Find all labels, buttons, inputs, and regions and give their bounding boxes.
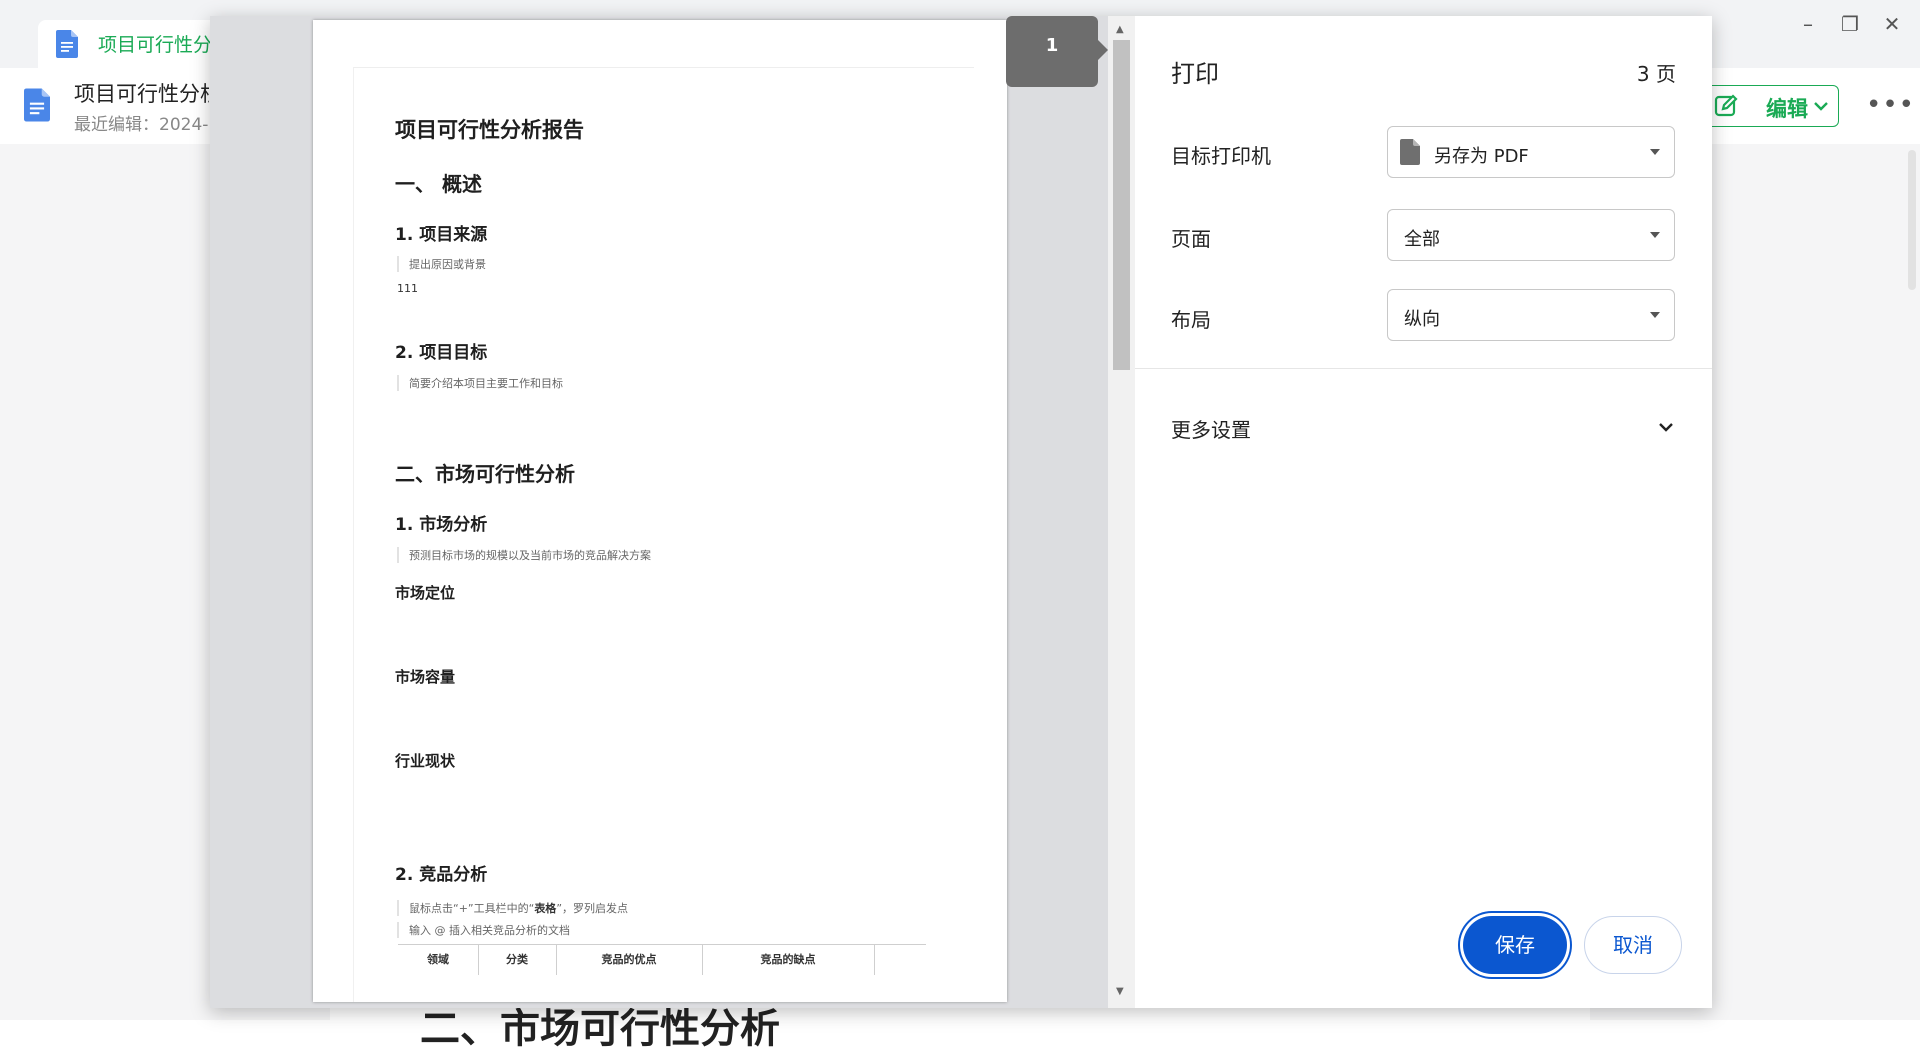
edit-label: 编辑 — [1766, 97, 1808, 121]
doc-heading-status: 行业现状 — [395, 752, 456, 770]
table-header-cell: 竞品的优点 — [556, 945, 703, 975]
preview-scrollbar[interactable]: ▲ ▼ — [1108, 16, 1135, 1008]
doc-heading-competitor: 2. 竞品分析 — [395, 865, 488, 885]
doc-quote-market: 预测目标市场的规模以及当前市场的竞品解决方案 — [397, 547, 651, 563]
competitor-table: 领域 分类 竞品的优点 竞品的缺点 — [398, 944, 926, 979]
print-title: 打印 — [1171, 60, 1219, 88]
doc-section-1: 一、 概述 — [395, 172, 482, 196]
last-edited: 最近编辑：2024- — [74, 115, 209, 135]
chevron-down-icon — [1657, 418, 1675, 440]
table-header-cell: 分类 — [478, 945, 557, 975]
doc-quote-table-hint: 鼠标点击“+”工具栏中的“表格”，罗列启发点 — [397, 900, 628, 916]
layout-select[interactable]: 纵向 — [1387, 289, 1675, 341]
doc-heading-market: 1. 市场分析 — [395, 515, 488, 535]
dropdown-arrow-icon — [1650, 232, 1660, 238]
page-number-badge: 1 — [1006, 16, 1108, 87]
more-settings-label: 更多设置 — [1171, 418, 1251, 442]
more-settings-toggle[interactable]: 更多设置 — [1171, 412, 1675, 444]
save-button[interactable]: 保存 — [1463, 916, 1567, 974]
tab-title: 项目可行性分析报告 — [98, 34, 218, 56]
table-header-cell: 领域 — [398, 945, 479, 975]
printer-select[interactable]: 另存为 PDF — [1387, 126, 1675, 178]
restore-icon[interactable]: ❐ — [1838, 12, 1862, 36]
doc-heading-source: 1. 项目来源 — [395, 225, 488, 245]
document-icon — [56, 30, 78, 62]
doc-quote-mention-hint: 输入 @ 插入相关竞品分析的文档 — [397, 922, 570, 938]
scrollbar-thumb[interactable] — [1113, 40, 1130, 370]
dropdown-arrow-icon — [1650, 312, 1660, 318]
doc-quote-source: 提出原因或背景 — [397, 256, 486, 272]
scroll-down-icon[interactable]: ▼ — [1116, 986, 1124, 997]
printer-value: 另存为 PDF — [1434, 146, 1529, 167]
table-header-cell: 竞品的缺点 — [702, 945, 875, 975]
doc-heading-goal: 2. 项目目标 — [395, 343, 488, 363]
more-options-icon[interactable]: ••• — [1866, 90, 1915, 120]
chevron-down-icon — [1812, 96, 1830, 120]
print-settings-panel: 打印 3 页 目标打印机 另存为 PDF 页面 全部 布局 纵向 更多设置 保存… — [1135, 16, 1712, 1008]
pages-label: 页面 — [1171, 227, 1211, 251]
print-dialog: 项目可行性分析报告 一、 概述 1. 项目来源 提出原因或背景 111 2. 项… — [210, 16, 1712, 1008]
doc-title: 项目可行性分析报告 — [395, 118, 584, 142]
doc-text-111: 111 — [397, 282, 418, 295]
doc-heading-positioning: 市场定位 — [395, 584, 456, 602]
edit-button[interactable]: 编辑 — [1703, 85, 1839, 127]
layout-value: 纵向 — [1404, 309, 1440, 330]
close-icon[interactable]: ✕ — [1880, 12, 1904, 36]
printer-label: 目标打印机 — [1171, 144, 1271, 168]
dropdown-arrow-icon — [1650, 149, 1660, 155]
pages-value: 全部 — [1404, 229, 1440, 250]
preview-page: 项目可行性分析报告 一、 概述 1. 项目来源 提出原因或背景 111 2. 项… — [313, 20, 1007, 1002]
page-count: 3 页 — [1636, 62, 1676, 86]
document-tab[interactable]: 项目可行性分析报告 — [38, 20, 223, 68]
file-icon — [1400, 139, 1420, 170]
document-name[interactable]: 项目可行性分析报告 — [74, 78, 209, 108]
scroll-up-icon[interactable]: ▲ — [1116, 24, 1124, 35]
editor-scrollbar[interactable] — [1908, 150, 1916, 290]
doc-section-2: 二、市场可行性分析 — [395, 462, 575, 486]
print-preview: 项目可行性分析报告 一、 概述 1. 项目来源 提出原因或背景 111 2. 项… — [210, 16, 1135, 1008]
doc-quote-goal: 简要介绍本项目主要工作和目标 — [397, 375, 563, 391]
minimize-icon[interactable]: – — [1796, 12, 1820, 36]
doc-heading-capacity: 市场容量 — [395, 668, 456, 686]
edit-icon — [1714, 94, 1738, 123]
document-icon — [24, 88, 50, 126]
divider — [1135, 368, 1712, 369]
cancel-button[interactable]: 取消 — [1584, 916, 1682, 974]
pages-select[interactable]: 全部 — [1387, 209, 1675, 261]
layout-label: 布局 — [1171, 308, 1211, 332]
